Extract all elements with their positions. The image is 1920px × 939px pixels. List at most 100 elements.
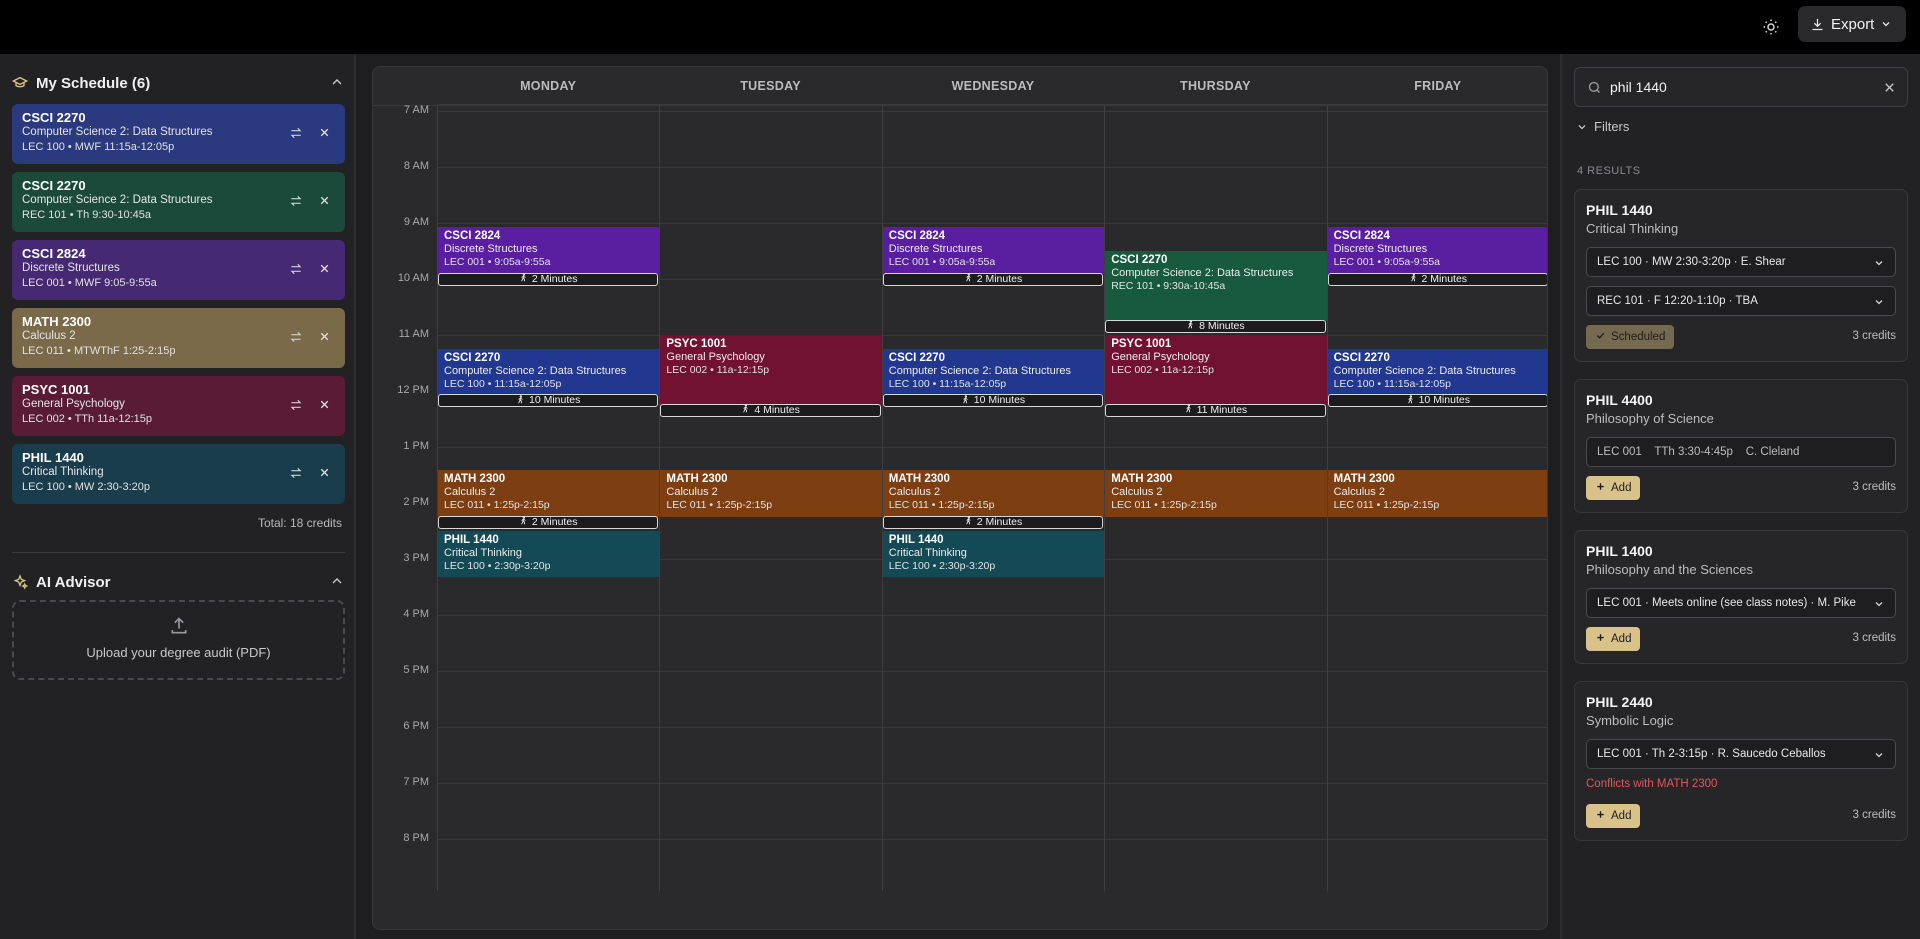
event-title: Calculus 2 (444, 485, 496, 498)
calendar-event[interactable]: CSCI 2270 Computer Science 2: Data Struct… (438, 348, 660, 396)
plus-icon (1595, 481, 1606, 495)
walking-icon (516, 394, 525, 408)
add-button[interactable]: Add (1586, 476, 1641, 500)
chevron-down-icon (1882, 22, 1890, 27)
walking-time-label: 2 Minutes (531, 515, 578, 528)
schedule-course-card[interactable]: CSCI 2824 Discrete Structures LEC 001 • MW… (12, 240, 345, 300)
plus-icon (1595, 809, 1606, 823)
schedule-course-card[interactable]: PHIL 1440 Critical Thinking LEC 100 • MW 2… (12, 444, 345, 504)
event-code: MATH 2300 (888, 472, 950, 485)
search-value: phil 1440 (1610, 79, 1667, 95)
event-meta: LEC 011 • 1:25p-2:15p (666, 498, 773, 511)
swap-section-icon[interactable] (289, 398, 303, 417)
event-meta: LEC 100 • 11:15a-12:05p (888, 377, 1007, 390)
action-label: Add (1611, 810, 1632, 822)
time-label: 11 AM (398, 327, 429, 340)
chevron-up-icon[interactable] (329, 74, 345, 90)
export-button[interactable]: Export (1798, 6, 1906, 42)
remove-course-icon[interactable] (318, 330, 331, 348)
calendar-event[interactable]: PHIL 1440 Critical Thinking LEC 100 • 2:30… (438, 530, 660, 578)
section-select[interactable]: LEC 001 · Th 2-3:15p · R. Saucedo Ceball… (1586, 739, 1896, 769)
close-icon[interactable] (1882, 80, 1897, 95)
calendar-event[interactable]: MATH 2300 Calculus 2 LEC 011 • 1:25p-2:15p (1105, 469, 1327, 517)
schedule-course-card[interactable]: PSYC 1001 General Psychology LEC 002 • TTh… (12, 376, 345, 436)
result-title: Critical Thinking (1586, 221, 1679, 236)
calendar-event[interactable]: CSCI 2270 Computer Science 2: Data Struct… (1105, 250, 1327, 321)
remove-course-icon[interactable] (318, 398, 331, 416)
scheduled-button[interactable]: Scheduled (1586, 325, 1675, 349)
event-title: Discrete Structures (888, 243, 983, 256)
credits-label: 3 credits (1852, 481, 1896, 493)
swap-section-icon[interactable] (289, 330, 303, 349)
section-select[interactable]: LEC 001 · Meets online (see class notes)… (1586, 588, 1896, 618)
course-search-input[interactable]: phil 1440 (1574, 67, 1908, 107)
credits-label: 3 credits (1852, 330, 1896, 342)
remove-course-icon[interactable] (318, 126, 331, 144)
event-meta: REC 101 • 9:30a-10:45a (1111, 279, 1226, 292)
schedule-course-card[interactable]: CSCI 2270 Computer Science 2: Data Struct… (12, 104, 345, 164)
course-code: CSCI 2824 (22, 246, 86, 261)
degree-audit-upload[interactable]: Upload your degree audit (PDF) (12, 600, 345, 680)
event-code: CSCI 2824 (444, 230, 501, 243)
calendar-event[interactable]: PHIL 1440 Critical Thinking LEC 100 • 2:30… (882, 530, 1105, 578)
chevron-up-icon[interactable] (329, 573, 345, 589)
calendar-event[interactable]: CSCI 2270 Computer Science 2: Data Struct… (882, 348, 1105, 396)
hour-gridline (437, 726, 1547, 728)
event-meta: LEC 001 • 9:05a-9:55a (444, 256, 551, 269)
my-schedule-header[interactable]: My Schedule (6) (12, 71, 345, 95)
swap-section-icon[interactable] (289, 262, 303, 281)
section-select[interactable]: LEC 100 · MW 2:30-3:20p · E. Shear (1586, 247, 1896, 277)
day-header: WEDNESDAY (881, 67, 1105, 105)
walking-icon (1406, 394, 1415, 408)
walking-time-label: 10 Minutes (529, 394, 581, 407)
theme-toggle-button[interactable] (1756, 12, 1786, 42)
time-label: 3 PM (403, 551, 429, 564)
calendar-event[interactable]: CSCI 2824 Discrete Structures LEC 001 • 9:… (882, 227, 1105, 274)
result-code: PHIL 1400 (1586, 543, 1653, 559)
event-title: General Psychology (1111, 350, 1210, 363)
filters-toggle[interactable]: Filters (1576, 119, 1629, 134)
calendar-event[interactable]: PSYC 1001 General Psychology LEC 002 • 11a… (660, 334, 882, 405)
swap-section-icon[interactable] (289, 466, 303, 485)
result-card: PHIL 1440 Critical Thinking LEC 100 · MW 2… (1574, 189, 1908, 362)
calendar-event[interactable]: MATH 2300 Calculus 2 LEC 011 • 1:25p-2:15p (660, 469, 882, 517)
remove-course-icon[interactable] (318, 194, 331, 212)
event-meta: LEC 002 • 11a-12:15p (1111, 363, 1214, 376)
results-count: 4 RESULTS (1577, 165, 1641, 177)
result-actions: Add 3 credits (1586, 804, 1896, 828)
chevron-down-icon (1873, 296, 1885, 311)
calendar-event[interactable]: MATH 2300 Calculus 2 LEC 011 • 1:25p-2:15p (882, 469, 1105, 517)
calendar-event[interactable]: CSCI 2824 Discrete Structures LEC 001 • 9:… (438, 227, 660, 274)
add-button[interactable]: Add (1586, 627, 1641, 651)
event-meta: LEC 100 • 2:30p-3:20p (888, 559, 996, 572)
add-button[interactable]: Add (1586, 804, 1641, 828)
day-header: MONDAY (437, 67, 660, 105)
event-code: PHIL 1440 (444, 533, 499, 546)
event-meta: LEC 001 • 9:05a-9:55a (888, 256, 996, 269)
walking-time-label: 2 Minutes (531, 272, 578, 285)
section-select[interactable]: REC 101 · F 12:20-1:10p · TBA (1586, 286, 1896, 316)
calendar-event[interactable]: PSYC 1001 General Psychology LEC 002 • 11a… (1105, 334, 1327, 405)
ai-advisor-header[interactable]: AI Advisor (12, 570, 345, 594)
chevron-down-icon (1873, 598, 1885, 613)
schedule-course-card[interactable]: MATH 2300 Calculus 2 LEC 011 • MTWThF 1:25… (12, 308, 345, 368)
course-code: CSCI 2270 (22, 178, 86, 193)
divider (12, 552, 345, 553)
swap-section-icon[interactable] (289, 126, 303, 145)
remove-course-icon[interactable] (318, 262, 331, 280)
event-title: Computer Science 2: Data Structures (1111, 266, 1294, 279)
event-code: CSCI 2824 (888, 230, 946, 243)
walking-time-badge: 2 Minutes (438, 272, 659, 286)
result-card: PHIL 1400 Philosophy and the Sciences LEC … (1574, 530, 1908, 664)
calendar-event[interactable]: MATH 2300 Calculus 2 LEC 011 • 1:25p-2:15p (1327, 469, 1547, 517)
remove-course-icon[interactable] (318, 466, 331, 484)
calendar-event[interactable]: CSCI 2270 Computer Science 2: Data Struct… (1327, 348, 1547, 396)
swap-section-icon[interactable] (289, 194, 303, 213)
credits-label: 3 credits (1852, 809, 1896, 821)
total-credits: Total: 18 credits (257, 516, 342, 530)
walking-icon (1184, 403, 1193, 417)
calendar-event[interactable]: MATH 2300 Calculus 2 LEC 011 • 1:25p-2:15p (438, 469, 660, 517)
calendar-event[interactable]: CSCI 2824 Discrete Structures LEC 001 • 9:… (1327, 227, 1547, 274)
hour-gridline (437, 838, 1547, 840)
schedule-course-card[interactable]: CSCI 2270 Computer Science 2: Data Struct… (12, 172, 345, 232)
